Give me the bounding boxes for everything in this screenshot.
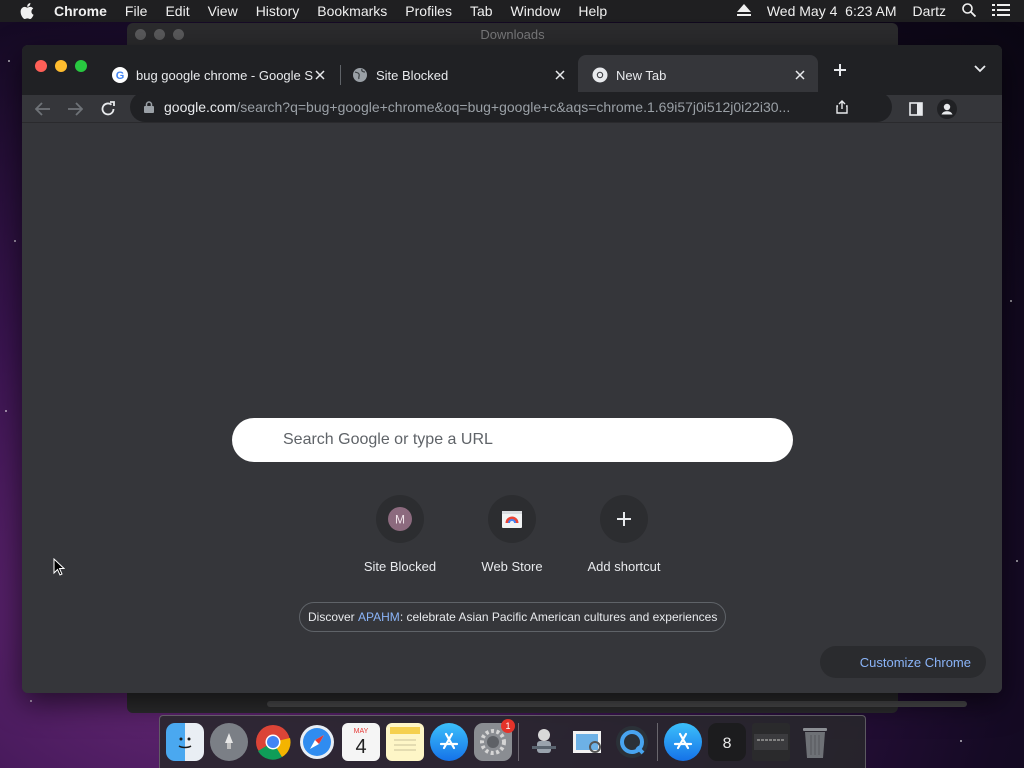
svg-text:M: M <box>395 513 405 527</box>
url-text[interactable]: google.com/search?q=bug+google+chrome&oq… <box>164 99 824 115</box>
downloads-title: Downloads <box>480 26 545 42</box>
google-g-icon: G <box>112 67 128 83</box>
menu-file[interactable]: File <box>125 3 148 19</box>
close-window-button[interactable] <box>35 60 47 72</box>
side-panel-icon[interactable] <box>905 98 927 120</box>
shortcut-label: Site Blocked <box>363 559 437 574</box>
lock-icon[interactable] <box>142 100 156 114</box>
user-name[interactable]: Dartz <box>913 3 946 19</box>
menu-history[interactable]: History <box>256 3 300 19</box>
system-preferences-icon[interactable]: 1 <box>474 719 515 761</box>
apple-icon[interactable] <box>20 3 36 19</box>
eject-icon[interactable] <box>736 3 751 19</box>
back-arrow-icon[interactable] <box>32 98 54 120</box>
menu-edit[interactable]: Edit <box>165 3 189 19</box>
downloads-stack-icon[interactable] <box>752 723 790 761</box>
clock[interactable]: Wed May 4 6:23 AM <box>767 3 897 19</box>
safari-icon[interactable] <box>298 723 336 761</box>
menu-chrome[interactable]: Chrome <box>54 3 107 19</box>
spotlight-search-icon[interactable] <box>962 2 977 20</box>
finder-icon[interactable] <box>166 723 204 761</box>
menu-view[interactable]: View <box>208 3 238 19</box>
tab-google-search[interactable]: G bug google chrome - Google S <box>98 55 338 95</box>
promo-link[interactable]: APAHM <box>358 610 400 624</box>
app-store-download-icon[interactable] <box>664 723 702 761</box>
tab-search-chevron-icon[interactable] <box>972 61 988 77</box>
forward-arrow-icon[interactable] <box>64 98 86 120</box>
tab-strip: G bug google chrome - Google S Site Bloc… <box>22 45 1002 95</box>
tab-close-icon[interactable] <box>792 67 808 83</box>
dock: MAY 4 1 8 <box>159 715 866 768</box>
share-icon[interactable] <box>834 99 850 115</box>
mouse-cursor-icon <box>53 557 66 581</box>
shortcut-web-store[interactable]: Web Store <box>456 495 568 574</box>
add-shortcut-button[interactable]: Add shortcut <box>568 495 680 574</box>
omnibox[interactable]: google.com/search?q=bug+google+chrome&oq… <box>130 92 892 122</box>
search-box[interactable] <box>232 418 793 462</box>
chrome-icon <box>592 67 608 83</box>
customize-chrome-button[interactable]: Customize Chrome <box>820 646 986 678</box>
scrollbar[interactable] <box>267 701 967 707</box>
shortcut-label: Web Store <box>481 559 543 574</box>
calendar-month: MAY <box>353 727 369 735</box>
menu-tab[interactable]: Tab <box>470 3 493 19</box>
tab-title: Site Blocked <box>376 67 449 83</box>
trash-icon[interactable] <box>796 723 834 761</box>
calendar-day: 4 <box>355 735 367 758</box>
svg-text:8: 8 <box>722 735 732 753</box>
automator-icon[interactable] <box>525 723 563 761</box>
reload-icon[interactable] <box>97 98 119 120</box>
globe-icon <box>352 67 368 83</box>
control-center-icon[interactable] <box>992 3 1010 20</box>
minimize-window-button[interactable] <box>55 60 67 72</box>
menu-window[interactable]: Window <box>511 3 561 19</box>
notification-badge: 1 <box>501 719 515 733</box>
plus-icon <box>617 512 631 526</box>
customize-chrome-label: Customize Chrome <box>859 654 971 670</box>
shortcut-site-blocked[interactable]: M Site Blocked <box>344 495 456 574</box>
toolbar: google.com/search?q=bug+google+chrome&oq… <box>22 92 1002 123</box>
zoom-window-button[interactable] <box>75 60 87 72</box>
app-store-icon[interactable] <box>430 723 468 761</box>
promo-text: Discover <box>308 610 359 624</box>
svg-text:G: G <box>116 70 125 82</box>
menu-help[interactable]: Help <box>578 3 607 19</box>
search-input[interactable] <box>283 431 763 449</box>
launchpad-icon[interactable] <box>210 723 248 761</box>
preview-icon[interactable] <box>569 723 607 761</box>
tab-close-icon[interactable] <box>312 67 328 83</box>
web-store-icon <box>502 511 522 528</box>
tab-close-icon[interactable] <box>552 67 568 83</box>
terminal-icon[interactable]: 8 <box>708 723 746 761</box>
tab-site-blocked[interactable]: Site Blocked <box>338 55 578 95</box>
profile-avatar-icon[interactable] <box>936 98 958 120</box>
tab-title: New Tab <box>616 67 667 83</box>
calendar-icon[interactable]: MAY 4 <box>342 723 380 761</box>
new-tab-plus-icon[interactable] <box>830 60 850 80</box>
promo-chip[interactable]: Discover APAHM: celebrate Asian Pacific … <box>299 602 727 632</box>
tab-title: bug google chrome - Google S <box>136 67 314 83</box>
new-tab-page: M Site Blocked Web Store Add shortcut Di… <box>22 124 1002 693</box>
menu-profiles[interactable]: Profiles <box>405 3 452 19</box>
promo-text: : celebrate Asian Pacific American cultu… <box>399 610 718 624</box>
menu-bar: Chrome File Edit View History Bookmarks … <box>0 0 1024 22</box>
shortcut-label: Add shortcut <box>587 559 661 574</box>
quicktime-icon[interactable] <box>613 723 651 761</box>
google-chrome-icon[interactable] <box>254 723 292 761</box>
tab-new-tab[interactable]: New Tab <box>578 55 818 95</box>
site-blocked-avatar-icon: M <box>388 507 412 531</box>
menu-bookmarks[interactable]: Bookmarks <box>317 3 387 19</box>
chrome-window: G bug google chrome - Google S Site Bloc… <box>22 45 1002 693</box>
notes-icon[interactable] <box>386 723 424 761</box>
